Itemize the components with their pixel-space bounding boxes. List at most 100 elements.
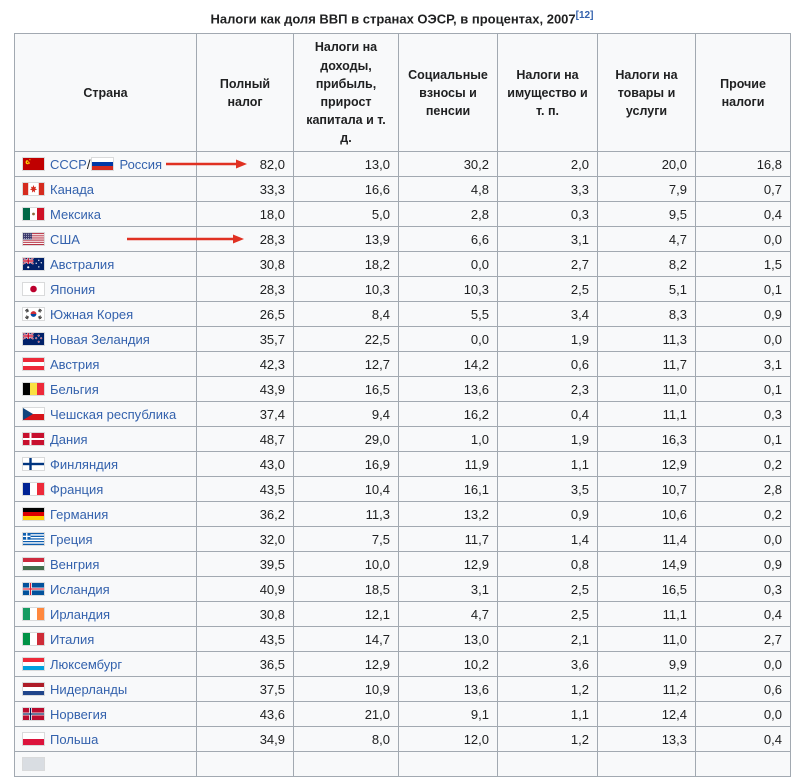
value-cell: 28,3 [197, 227, 294, 252]
country-link[interactable]: Греция [50, 532, 93, 547]
country-link[interactable]: СССР [50, 157, 87, 172]
table-row: Исландия40,918,53,12,516,50,3 [15, 577, 791, 602]
country-cell: Япония [15, 277, 197, 302]
value-cell: 11,9 [399, 452, 498, 477]
value-cell: 40,9 [197, 577, 294, 602]
country-cell: Мексика [15, 202, 197, 227]
country-cell: Бельгия [15, 377, 197, 402]
country-link[interactable]: Венгрия [50, 557, 99, 572]
value-cell [598, 752, 696, 777]
country-link[interactable]: Исландия [50, 582, 110, 597]
value-cell: 13,3 [598, 727, 696, 752]
country-link[interactable]: Польша [50, 732, 98, 747]
country-cell: Польша [15, 727, 197, 752]
country-link[interactable]: Норвегия [50, 707, 107, 722]
value-cell: 7,5 [294, 527, 399, 552]
table-row: Бельгия43,916,513,62,311,00,1 [15, 377, 791, 402]
value-cell: 16,6 [294, 177, 399, 202]
value-cell [399, 752, 498, 777]
country-link[interactable]: Нидерланды [50, 682, 127, 697]
country-link[interactable]: Новая Зеландия [50, 332, 150, 347]
country-link[interactable]: Финляндия [50, 457, 118, 472]
country-cell: Канада [15, 177, 197, 202]
value-cell: 11,7 [598, 352, 696, 377]
country-cell: Ирландия [15, 602, 197, 627]
table-row: Чешская республика37,49,416,20,411,10,3 [15, 402, 791, 427]
value-cell: 0,3 [498, 202, 598, 227]
value-cell: 16,5 [598, 577, 696, 602]
country-link[interactable]: Италия [50, 632, 94, 647]
country-link[interactable]: Австралия [50, 257, 114, 272]
reference-link[interactable]: [12] [576, 10, 594, 21]
value-cell: 2,7 [696, 627, 791, 652]
table-row: Италия43,514,713,02,111,02,7 [15, 627, 791, 652]
value-cell: 14,9 [598, 552, 696, 577]
value-cell: 30,8 [197, 602, 294, 627]
country-link[interactable]: Чешская республика [50, 407, 176, 422]
country-cell: США [15, 227, 197, 252]
flag-icon-russia [92, 158, 113, 170]
value-cell: 1,4 [498, 527, 598, 552]
value-cell: 13,0 [399, 627, 498, 652]
flag-icon-greece [23, 533, 44, 545]
table-row: Греция32,07,511,71,411,40,0 [15, 527, 791, 552]
value-cell: 42,3 [197, 352, 294, 377]
country-link[interactable]: Австрия [50, 357, 99, 372]
country-cell: Германия [15, 502, 197, 527]
value-cell: 4,7 [399, 602, 498, 627]
value-cell: 4,7 [598, 227, 696, 252]
country-link[interactable]: Франция [50, 482, 103, 497]
country-link[interactable]: Канада [50, 182, 94, 197]
country-link[interactable]: Бельгия [50, 382, 99, 397]
value-cell: 14,7 [294, 627, 399, 652]
value-cell: 11,7 [399, 527, 498, 552]
country-link[interactable]: Южная Корея [50, 307, 133, 322]
value-cell: 8,2 [598, 252, 696, 277]
value-cell: 2,7 [498, 252, 598, 277]
country-cell: Австралия [15, 252, 197, 277]
value-cell: 14,2 [399, 352, 498, 377]
country-link[interactable]: Германия [50, 507, 108, 522]
country-cell: Италия [15, 627, 197, 652]
table-row: Новая Зеландия35,722,50,01,911,30,0 [15, 327, 791, 352]
value-cell: 9,4 [294, 402, 399, 427]
country-link[interactable]: Люксембург [50, 657, 122, 672]
value-cell: 13,6 [399, 677, 498, 702]
value-cell: 32,0 [197, 527, 294, 552]
column-header-4: Социальные взносы и пенсии [399, 34, 498, 152]
country-link[interactable]: Россия [119, 157, 162, 172]
value-cell: 12,4 [598, 702, 696, 727]
value-cell: 5,0 [294, 202, 399, 227]
country-link[interactable]: Дания [50, 432, 88, 447]
value-cell: 0,6 [498, 352, 598, 377]
country-link[interactable]: Ирландия [50, 607, 110, 622]
value-cell: 12,1 [294, 602, 399, 627]
value-cell: 1,9 [498, 427, 598, 452]
value-cell: 39,5 [197, 552, 294, 577]
value-cell: 11,3 [598, 327, 696, 352]
value-cell: 16,2 [399, 402, 498, 427]
table-row: Ирландия30,812,14,72,511,10,4 [15, 602, 791, 627]
flag-icon-australia [23, 258, 44, 270]
value-cell: 8,4 [294, 302, 399, 327]
value-cell: 3,1 [399, 577, 498, 602]
table-row: Польша34,98,012,01,213,30,4 [15, 727, 791, 752]
value-cell: 0,7 [696, 177, 791, 202]
flag-icon-canada [23, 183, 44, 195]
value-cell: 9,1 [399, 702, 498, 727]
country-link[interactable]: Япония [50, 282, 95, 297]
flag-icon-france [23, 483, 44, 495]
value-cell: 10,6 [598, 502, 696, 527]
value-cell: 9,5 [598, 202, 696, 227]
value-cell: 82,0 [197, 152, 294, 177]
value-cell: 0,2 [696, 502, 791, 527]
flag-icon-austria [23, 358, 44, 370]
country-link[interactable]: США [50, 232, 80, 247]
value-cell: 12,9 [598, 452, 696, 477]
country-link[interactable]: Мексика [50, 207, 101, 222]
flag-icon-ireland [23, 608, 44, 620]
value-cell: 0,9 [696, 552, 791, 577]
value-cell: 0,6 [696, 677, 791, 702]
value-cell: 18,0 [197, 202, 294, 227]
value-cell: 10,2 [399, 652, 498, 677]
